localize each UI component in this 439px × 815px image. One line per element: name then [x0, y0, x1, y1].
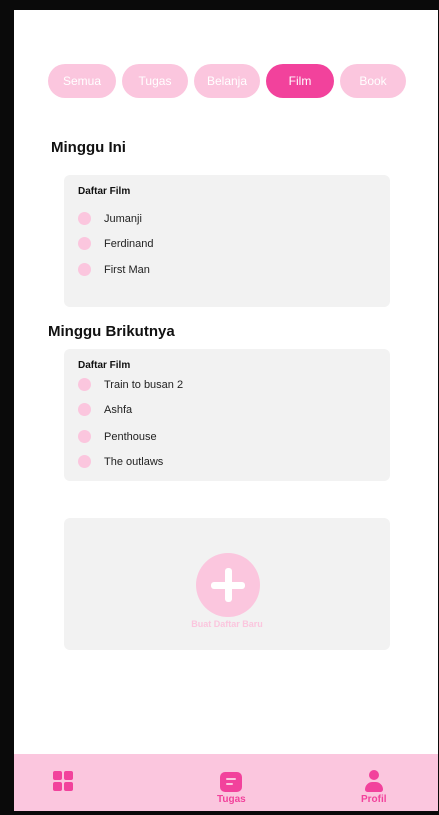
create-list-label[interactable]: Buat Daftar Baru	[64, 619, 390, 629]
create-list-card[interactable]: Buat Daftar Baru	[64, 518, 390, 650]
list-item-label: Train to busan 2	[104, 378, 184, 391]
bullet-icon[interactable]	[78, 378, 91, 391]
bullet-icon[interactable]	[78, 212, 91, 225]
person-icon[interactable]	[364, 770, 384, 792]
nav-tasks[interactable]: Tugas	[217, 772, 246, 805]
filter-chips: Semua Tugas Belanja Film Book	[48, 64, 406, 98]
nav-profile[interactable]: Profil	[361, 770, 387, 805]
list-item-label: First Man	[104, 263, 150, 276]
list-item[interactable]: First Man	[78, 263, 150, 276]
bullet-icon[interactable]	[78, 237, 91, 250]
bullet-icon[interactable]	[78, 430, 91, 443]
list-item-label: The outlaws	[104, 455, 164, 468]
plus-icon[interactable]	[196, 553, 260, 617]
chip-tugas[interactable]: Tugas	[122, 64, 188, 98]
list-item-label: Penthouse	[104, 430, 157, 443]
section-title-this-week: Minggu Ini	[51, 139, 126, 156]
chip-belanja[interactable]: Belanja	[194, 64, 260, 98]
list-item[interactable]: Ferdinand	[78, 237, 154, 250]
grid-icon[interactable]	[53, 771, 73, 791]
bottom-nav: Tugas Profil	[14, 754, 438, 811]
chip-semua[interactable]: Semua	[48, 64, 116, 98]
list-item-label: Jumanji	[104, 212, 142, 225]
list-item[interactable]: Ashfa	[78, 403, 132, 416]
list-title: Daftar Film	[78, 186, 131, 197]
bullet-icon[interactable]	[78, 403, 91, 416]
list-item-label: Ashfa	[104, 403, 133, 416]
chip-book[interactable]: Book	[340, 64, 406, 98]
card-this-week[interactable]: Daftar Film Jumanji Ferdinand First Man	[64, 175, 390, 307]
list-item-label: Ferdinand	[104, 237, 154, 250]
list-item[interactable]: Jumanji	[78, 212, 142, 225]
list-item[interactable]: The outlaws	[78, 455, 163, 468]
bullet-icon[interactable]	[78, 263, 91, 276]
list-title: Daftar Film	[78, 360, 131, 371]
document-icon[interactable]	[220, 772, 243, 792]
card-next-week[interactable]: Daftar Film Train to busan 2 Ashfa Penth…	[64, 349, 390, 481]
list-item[interactable]: Train to busan 2	[78, 378, 183, 391]
list-item[interactable]: Penthouse	[78, 430, 157, 443]
chip-film[interactable]: Film	[266, 64, 334, 98]
nav-profile-label[interactable]: Profil	[361, 794, 387, 805]
nav-home[interactable]	[53, 771, 73, 791]
section-title-next-week: Minggu Brikutnya	[48, 323, 175, 340]
bullet-icon[interactable]	[78, 455, 91, 468]
nav-tasks-label[interactable]: Tugas	[217, 794, 246, 805]
